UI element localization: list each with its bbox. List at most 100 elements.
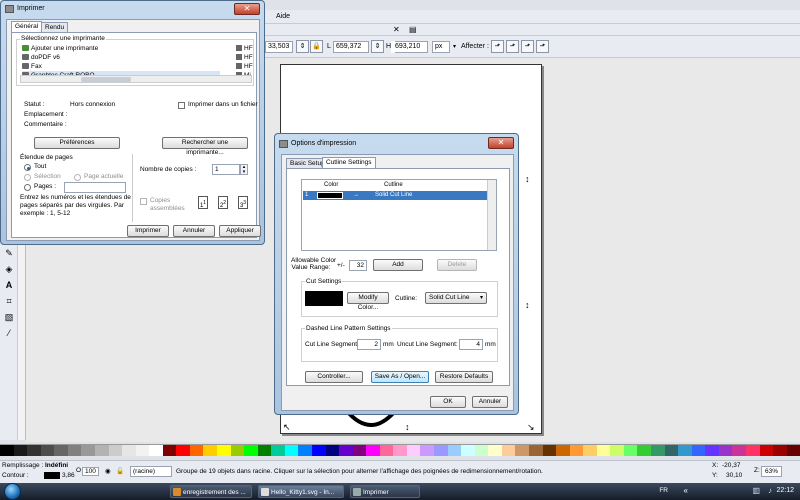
zoom-field[interactable]: 63% (761, 466, 783, 477)
palette-swatch[interactable] (352, 445, 367, 456)
palette-swatch[interactable] (54, 445, 68, 456)
palette-swatch[interactable] (217, 445, 231, 456)
palette-swatch[interactable] (556, 445, 570, 456)
network-icon[interactable]: ▥ (752, 486, 760, 495)
language-indicator[interactable]: FR (659, 487, 668, 494)
palette-swatch[interactable] (759, 445, 774, 456)
bucket-icon[interactable]: ◈ (2, 262, 16, 276)
stepper-icon[interactable]: ⇕ (296, 40, 309, 53)
layer-select[interactable]: (racine) (130, 466, 172, 477)
gradient-icon[interactable]: ▧ (2, 310, 16, 324)
volume-icon[interactable]: ♪ (768, 486, 772, 495)
rotate-handle[interactable]: ↕ (525, 175, 530, 184)
palette-swatch[interactable] (379, 445, 394, 456)
allowable-range-input[interactable]: 32 (349, 260, 367, 271)
palette-swatch[interactable] (149, 445, 163, 456)
ok-button[interactable]: OK (430, 396, 466, 408)
lock-icon[interactable]: 🔓 (116, 467, 124, 475)
cutline-select[interactable]: Solid Cut Line ▾ (425, 292, 487, 304)
resize-handle[interactable]: ↕ (405, 423, 410, 432)
palette-swatch[interactable] (474, 445, 489, 456)
corner-handle[interactable]: ↘ (527, 423, 535, 432)
uncut-segment-input[interactable]: 4 (459, 339, 483, 350)
palette-swatch[interactable] (501, 445, 516, 456)
palette-swatch[interactable] (705, 445, 719, 456)
unit-select[interactable]: px (432, 41, 450, 53)
range-selection-radio[interactable] (24, 174, 31, 181)
preferences-button[interactable]: Préférences (34, 137, 120, 149)
move-gradients-icon[interactable]: ⬏ (521, 40, 534, 53)
palette-swatch[interactable] (528, 445, 543, 456)
clock[interactable]: 22:12 (776, 487, 794, 494)
palette-swatch[interactable] (651, 445, 665, 456)
opacity-field[interactable]: 100 (82, 467, 99, 476)
width-field[interactable]: 659,372 (333, 41, 369, 53)
palette-swatch[interactable] (13, 445, 28, 456)
palette-swatch[interactable] (461, 445, 475, 456)
palette-swatch[interactable] (27, 445, 41, 456)
pages-input[interactable] (64, 182, 126, 193)
stepper-icon[interactable]: ⇕ (371, 40, 384, 53)
palette-swatch[interactable] (271, 445, 285, 456)
eye-icon[interactable]: ◉ (105, 467, 111, 475)
palette-swatch[interactable] (420, 445, 434, 456)
palette-swatch[interactable] (366, 445, 380, 456)
palette-swatch[interactable] (745, 445, 760, 456)
list-scrollbar[interactable] (487, 180, 496, 250)
palette-swatch[interactable] (40, 445, 55, 456)
palette-swatch[interactable] (67, 445, 82, 456)
collate-checkbox[interactable] (140, 198, 147, 205)
resize-handle[interactable]: ↕ (525, 301, 530, 310)
stroke-swatch[interactable] (44, 472, 60, 479)
palette-swatch[interactable] (488, 445, 502, 456)
palette-swatch[interactable] (0, 445, 14, 456)
palette-swatch[interactable] (515, 445, 529, 456)
palette-swatch[interactable] (325, 445, 340, 456)
palette-swatch[interactable] (94, 445, 109, 456)
text-tool-icon[interactable]: A (2, 278, 16, 292)
range-pages-radio[interactable] (24, 184, 31, 191)
printer-item[interactable]: Ajouter une imprimante (22, 44, 220, 53)
palette-swatch[interactable] (135, 445, 150, 456)
dropper-icon[interactable]: ⁄ (2, 326, 16, 340)
palette-swatch[interactable] (678, 445, 692, 456)
palette-swatch[interactable] (610, 445, 624, 456)
palette-swatch[interactable] (244, 445, 258, 456)
copies-spinner[interactable]: ▴ ▾ (240, 164, 248, 175)
restore-defaults-button[interactable]: Restore Defaults (435, 371, 493, 383)
find-printer-button[interactable]: Rechercher une imprimante... (162, 137, 248, 156)
palette-swatch[interactable] (81, 445, 95, 456)
scrollbar-thumb[interactable] (81, 77, 131, 82)
close-button[interactable]: ✕ (234, 3, 260, 15)
cancel-button[interactable]: Annuler (472, 396, 508, 408)
scale-corners-icon[interactable]: ⬏ (506, 40, 519, 53)
color-palette[interactable] (0, 444, 800, 456)
printer-item[interactable]: HF (236, 62, 253, 71)
palette-swatch[interactable] (176, 445, 190, 456)
copies-input[interactable]: 1 (212, 164, 240, 175)
palette-swatch[interactable] (773, 445, 787, 456)
printer-item[interactable]: doPDF v6 (22, 53, 220, 62)
print-to-file-checkbox[interactable] (178, 102, 185, 109)
taskbar-item[interactable]: Imprimer (350, 485, 420, 498)
palette-swatch[interactable] (447, 445, 462, 456)
printer-item[interactable]: HF (236, 53, 253, 62)
save-open-button[interactable]: Save As / Open... (371, 371, 429, 383)
palette-swatch[interactable] (162, 445, 177, 456)
palette-swatch[interactable] (583, 445, 597, 456)
close-button[interactable]: ✕ (488, 137, 514, 149)
palette-swatch[interactable] (298, 445, 312, 456)
palette-swatch[interactable] (623, 445, 638, 456)
palette-swatch[interactable] (311, 445, 326, 456)
palette-swatch[interactable] (434, 445, 448, 456)
palette-swatch[interactable] (718, 445, 733, 456)
range-current-radio[interactable] (74, 174, 81, 181)
add-button[interactable]: Add (373, 259, 423, 271)
palette-swatch[interactable] (406, 445, 421, 456)
palette-swatch[interactable] (691, 445, 706, 456)
connector-icon[interactable]: ⌗ (2, 294, 16, 308)
height-field[interactable]: 693,210 (392, 41, 428, 53)
palette-swatch[interactable] (108, 445, 123, 456)
print-button[interactable]: Imprimer (127, 225, 169, 237)
modify-color-button[interactable]: Modify Color... (347, 292, 389, 311)
